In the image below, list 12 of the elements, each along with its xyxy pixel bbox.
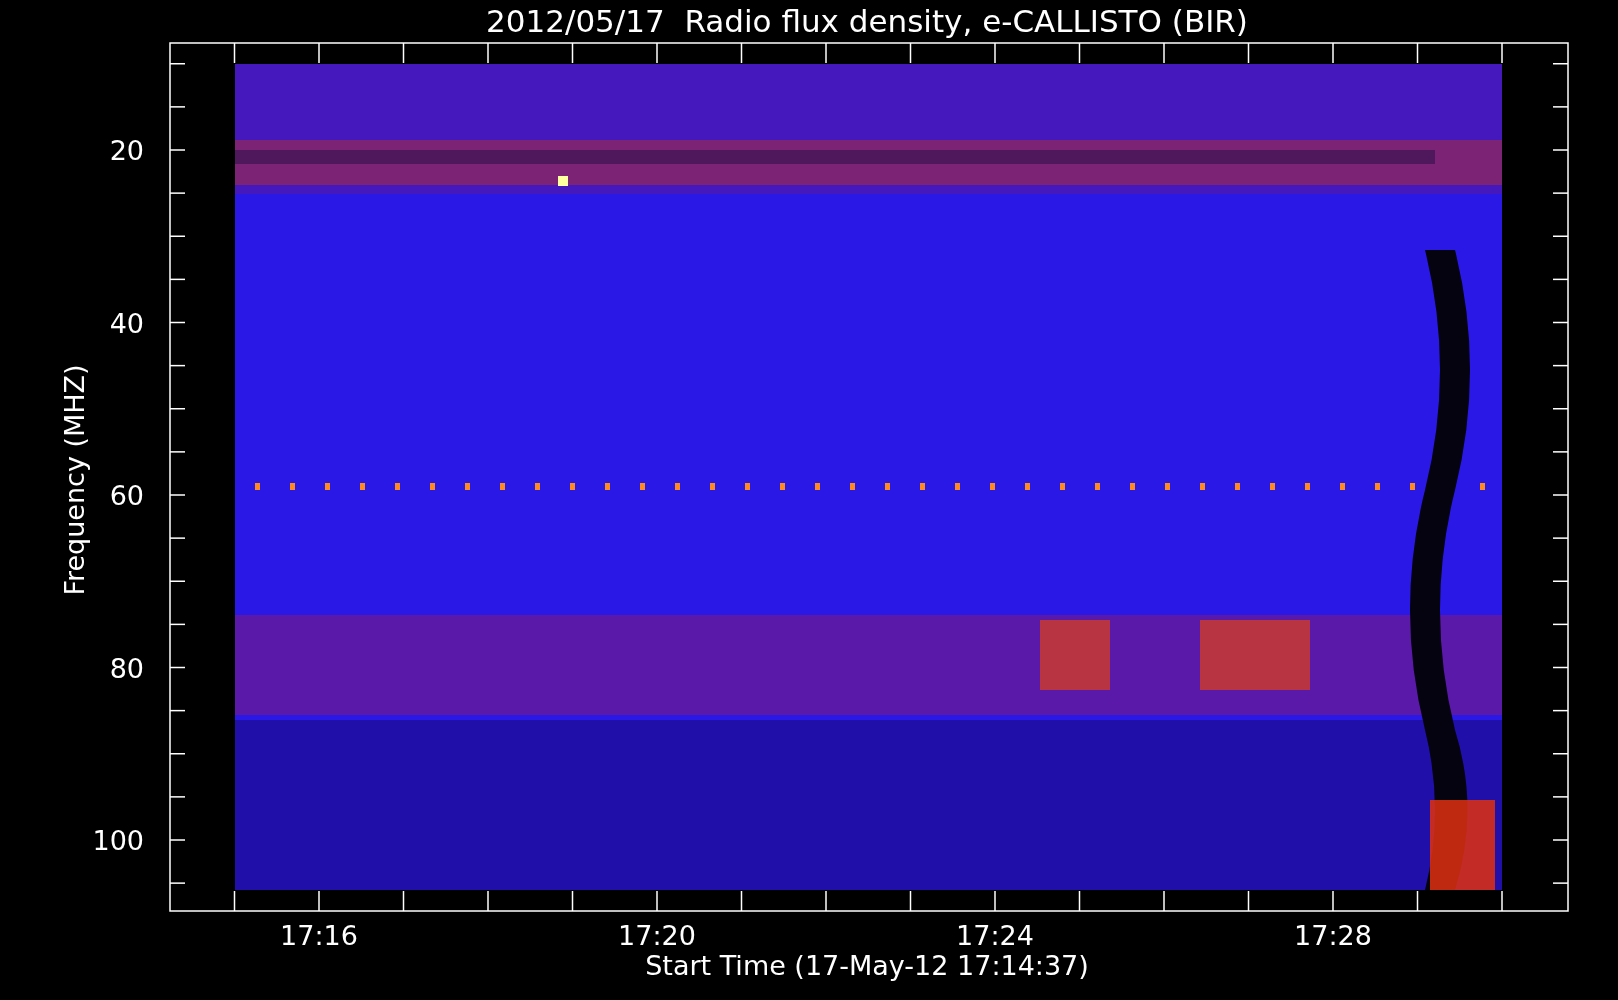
y-tick-label: 80 — [109, 652, 144, 684]
y-tick-label: 100 — [92, 825, 144, 856]
x-tick-label: 17:24 — [956, 920, 1034, 951]
y-tick-label: 60 — [109, 480, 144, 511]
x-axis-label: Start Time (17-May-12 17:14:37) — [645, 950, 1089, 981]
y-tick-label: 20 — [109, 135, 144, 166]
chart-title: 2012/05/17 Radio flux density, e-CALLISTO (BIR) — [486, 3, 1248, 39]
y-axis-label: Frequency (MHZ) — [59, 364, 90, 596]
y-tick-label: 40 — [109, 307, 144, 339]
x-tick-label: 17:20 — [618, 920, 696, 951]
x-tick-label: 17:16 — [280, 920, 358, 951]
x-tick-label: 17:28 — [1294, 920, 1372, 951]
